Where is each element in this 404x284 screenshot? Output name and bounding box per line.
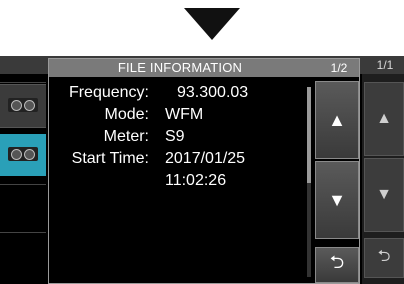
window-header: FILE INFORMATION 1/2 (49, 59, 359, 77)
info-row-meter: Meter: S9 (49, 127, 309, 147)
return-button[interactable]: ⮌ (315, 247, 359, 283)
file-information-window: FILE INFORMATION 1/2 Frequency: 93.300.0… (48, 58, 360, 284)
background-return-button[interactable]: ⮌ (364, 238, 404, 278)
recording-icon (8, 98, 38, 112)
divider (0, 232, 46, 233)
down-arrow-icon: ▼ (328, 189, 346, 210)
page-indicator: 1/2 (330, 61, 348, 75)
background-scroll-up-button[interactable]: ▲ (364, 82, 404, 156)
info-row-mode: Mode: WFM (49, 105, 309, 125)
background-page-indicator: 1/1 (376, 58, 394, 72)
divider (0, 82, 46, 83)
info-row-frequency: Frequency: 93.300.03 (49, 83, 309, 103)
start-clock-value: 11:02:26 (165, 172, 227, 189)
window-title: FILE INFORMATION (117, 60, 243, 75)
info-row-start-clock: 11:02:26 (49, 171, 309, 191)
scroll-down-button[interactable]: ▼ (315, 161, 359, 239)
info-row-start-time: Start Time: 2017/01/25 (49, 149, 309, 169)
file-list-item-selected[interactable] (0, 134, 46, 176)
start-time-label: Start Time: (71, 150, 149, 167)
mode-label: Mode: (104, 106, 149, 123)
divider (0, 184, 46, 185)
up-arrow-icon: ▲ (328, 109, 346, 130)
mode-value: WFM (165, 106, 204, 123)
scrollbar-thumb[interactable] (307, 87, 311, 183)
frequency-value: 93.300.03 (177, 84, 249, 101)
return-icon: ⮌ (329, 252, 345, 272)
down-pointer-arrow-icon (184, 8, 240, 40)
start-date-value: 2017/01/25 (165, 150, 246, 167)
frequency-label: Frequency: (68, 84, 149, 101)
file-list-item[interactable] (0, 84, 46, 128)
meter-label: Meter: (103, 128, 149, 145)
background-scroll-down-button[interactable]: ▼ (364, 158, 404, 232)
meter-value: S9 (165, 128, 185, 145)
scroll-up-button[interactable]: ▲ (315, 81, 359, 159)
radio-screen: 1/1 ▲ ▼ ⮌ FILE INFORMATION 1/2 Frequency… (0, 56, 404, 284)
recording-icon (8, 147, 38, 161)
